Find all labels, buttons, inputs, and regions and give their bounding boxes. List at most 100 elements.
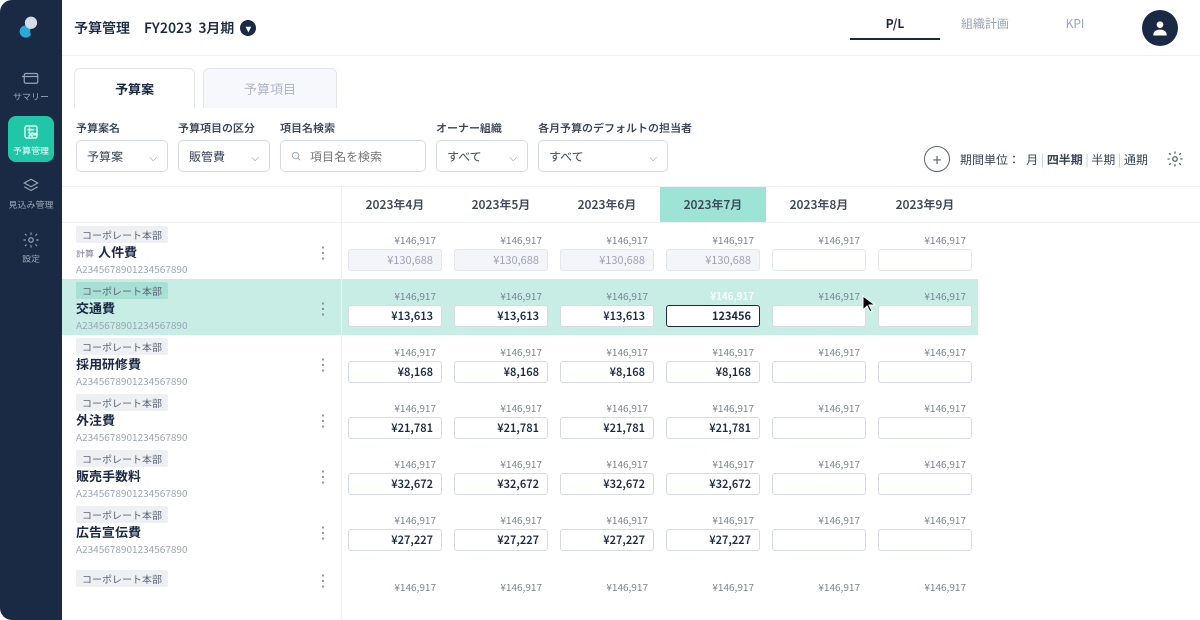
data-grid-scroll[interactable]: 2023年4月2023年5月2023年6月2023年7月2023年8月2023年… — [342, 187, 1200, 620]
value-cell[interactable]: ¥146,917¥27,227 — [660, 503, 766, 559]
month-header[interactable]: 2023年5月 — [448, 187, 554, 222]
cell-input[interactable]: ¥130,688 — [454, 249, 548, 271]
value-cell[interactable]: ¥146,917¥21,781 — [660, 391, 766, 447]
cell-input[interactable]: ¥32,672 — [454, 473, 548, 495]
cell-input[interactable] — [772, 361, 866, 383]
value-cell[interactable]: ¥146,917¥27,227 — [448, 503, 554, 559]
row-menu-button[interactable]: ⋮ — [315, 304, 331, 310]
value-cell[interactable]: ¥146,917 — [554, 559, 660, 615]
value-cell[interactable]: ¥146,917¥32,672 — [660, 447, 766, 503]
toptab-KPI[interactable]: KPI — [1030, 15, 1120, 40]
month-header[interactable]: 2023年6月 — [554, 187, 660, 222]
value-cell[interactable]: ¥146,917 — [872, 279, 978, 335]
nav-card[interactable]: サマリー — [8, 62, 54, 108]
value-cell[interactable]: ¥146,917 — [342, 559, 448, 615]
value-cell[interactable]: ¥146,917 — [766, 223, 872, 279]
value-cell[interactable]: ¥146,917 — [872, 223, 978, 279]
row-menu-button[interactable]: ⋮ — [315, 416, 331, 422]
cell-input[interactable] — [878, 249, 972, 271]
cell-input[interactable]: ¥27,227 — [666, 529, 760, 551]
row-menu-button[interactable]: ⋮ — [315, 576, 331, 582]
toptab-組織計画[interactable]: 組織計画 — [940, 15, 1030, 40]
tab[interactable]: 予算案 — [74, 68, 195, 108]
budget-name-select[interactable]: 予算案⌵ — [76, 140, 168, 172]
cell-input[interactable] — [878, 417, 972, 439]
cell-input[interactable]: ¥21,781 — [560, 417, 654, 439]
cell-input[interactable]: ¥8,168 — [348, 361, 442, 383]
value-cell[interactable]: ¥146,917 — [766, 559, 872, 615]
cell-input[interactable]: ¥32,672 — [666, 473, 760, 495]
cell-input[interactable]: ¥27,227 — [560, 529, 654, 551]
cell-input[interactable]: 123456 — [666, 305, 760, 327]
nav-calc[interactable]: +−×=予算管理 — [8, 116, 54, 162]
cell-input[interactable]: ¥32,672 — [348, 473, 442, 495]
cell-input[interactable]: ¥32,672 — [560, 473, 654, 495]
cell-input[interactable] — [772, 529, 866, 551]
cell-input[interactable]: ¥21,781 — [666, 417, 760, 439]
cell-input[interactable] — [772, 417, 866, 439]
value-cell[interactable]: ¥146,917¥130,688 — [554, 223, 660, 279]
cell-input[interactable]: ¥13,613 — [560, 305, 654, 327]
month-header[interactable]: 2023年8月 — [766, 187, 872, 222]
cell-input[interactable]: ¥8,168 — [666, 361, 760, 383]
search-input[interactable] — [280, 140, 426, 172]
value-cell[interactable]: ¥146,917¥130,688 — [660, 223, 766, 279]
cell-input[interactable] — [878, 529, 972, 551]
cell-input[interactable]: ¥130,688 — [666, 249, 760, 271]
value-cell[interactable]: ¥146,917¥21,781 — [448, 391, 554, 447]
row-menu-button[interactable]: ⋮ — [315, 472, 331, 478]
value-cell[interactable]: ¥146,917 — [766, 391, 872, 447]
value-cell[interactable]: ¥146,917¥27,227 — [342, 503, 448, 559]
row-menu-button[interactable]: ⋮ — [315, 248, 331, 254]
assignee-select[interactable]: すべて⌵ — [538, 140, 668, 172]
cell-input[interactable] — [772, 473, 866, 495]
add-button[interactable]: + — [924, 146, 950, 172]
value-cell[interactable]: ¥146,917¥8,168 — [342, 335, 448, 391]
value-cell[interactable]: ¥146,917¥21,781 — [342, 391, 448, 447]
month-header[interactable]: 2023年4月 — [342, 187, 448, 222]
value-cell[interactable]: ¥146,917¥32,672 — [342, 447, 448, 503]
value-cell[interactable]: ¥146,917 — [766, 447, 872, 503]
cell-input[interactable] — [772, 249, 866, 271]
period-option[interactable]: 通期 — [1124, 151, 1148, 168]
value-cell[interactable]: ¥146,917 — [872, 391, 978, 447]
value-cell[interactable]: ¥146,917¥32,672 — [448, 447, 554, 503]
value-cell[interactable]: ¥146,917¥13,613 — [448, 279, 554, 335]
cell-input[interactable]: ¥27,227 — [348, 529, 442, 551]
value-cell[interactable]: ¥146,917 — [660, 559, 766, 615]
value-cell[interactable]: ¥146,917 — [872, 559, 978, 615]
value-cell[interactable]: ¥146,917¥27,227 — [554, 503, 660, 559]
row-menu-button[interactable]: ⋮ — [315, 360, 331, 366]
avatar[interactable] — [1142, 10, 1178, 46]
period-option[interactable]: 四半期 — [1047, 151, 1083, 168]
value-cell[interactable]: ¥146,917¥130,688 — [342, 223, 448, 279]
month-header[interactable]: 2023年7月 — [660, 187, 766, 222]
value-cell[interactable]: ¥146,917123456 — [660, 279, 766, 335]
value-cell[interactable]: ¥146,917 — [448, 559, 554, 615]
toptab-P/L[interactable]: P/L — [850, 15, 940, 40]
value-cell[interactable]: ¥146,917¥21,781 — [554, 391, 660, 447]
period-option[interactable]: 月 — [1026, 151, 1038, 168]
nav-gear[interactable]: 設定 — [8, 224, 54, 270]
cell-input[interactable] — [878, 361, 972, 383]
cell-input[interactable]: ¥8,168 — [454, 361, 548, 383]
value-cell[interactable]: ¥146,917¥130,688 — [448, 223, 554, 279]
value-cell[interactable]: ¥146,917¥8,168 — [554, 335, 660, 391]
cell-input[interactable]: ¥27,227 — [454, 529, 548, 551]
value-cell[interactable]: ¥146,917 — [766, 279, 872, 335]
month-header[interactable]: 2023年9月 — [872, 187, 978, 222]
value-cell[interactable]: ¥146,917 — [872, 447, 978, 503]
cell-input[interactable] — [878, 473, 972, 495]
cell-input[interactable]: ¥8,168 — [560, 361, 654, 383]
row-menu-button[interactable]: ⋮ — [315, 528, 331, 534]
cell-input[interactable]: ¥21,781 — [348, 417, 442, 439]
period-option[interactable]: 半期 — [1091, 151, 1115, 168]
cell-input[interactable]: ¥13,613 — [454, 305, 548, 327]
value-cell[interactable]: ¥146,917¥13,613 — [342, 279, 448, 335]
owner-select[interactable]: すべて⌵ — [436, 140, 528, 172]
value-cell[interactable]: ¥146,917¥32,672 — [554, 447, 660, 503]
value-cell[interactable]: ¥146,917¥8,168 — [660, 335, 766, 391]
value-cell[interactable]: ¥146,917¥13,613 — [554, 279, 660, 335]
value-cell[interactable]: ¥146,917¥8,168 — [448, 335, 554, 391]
cell-input[interactable] — [878, 305, 972, 327]
